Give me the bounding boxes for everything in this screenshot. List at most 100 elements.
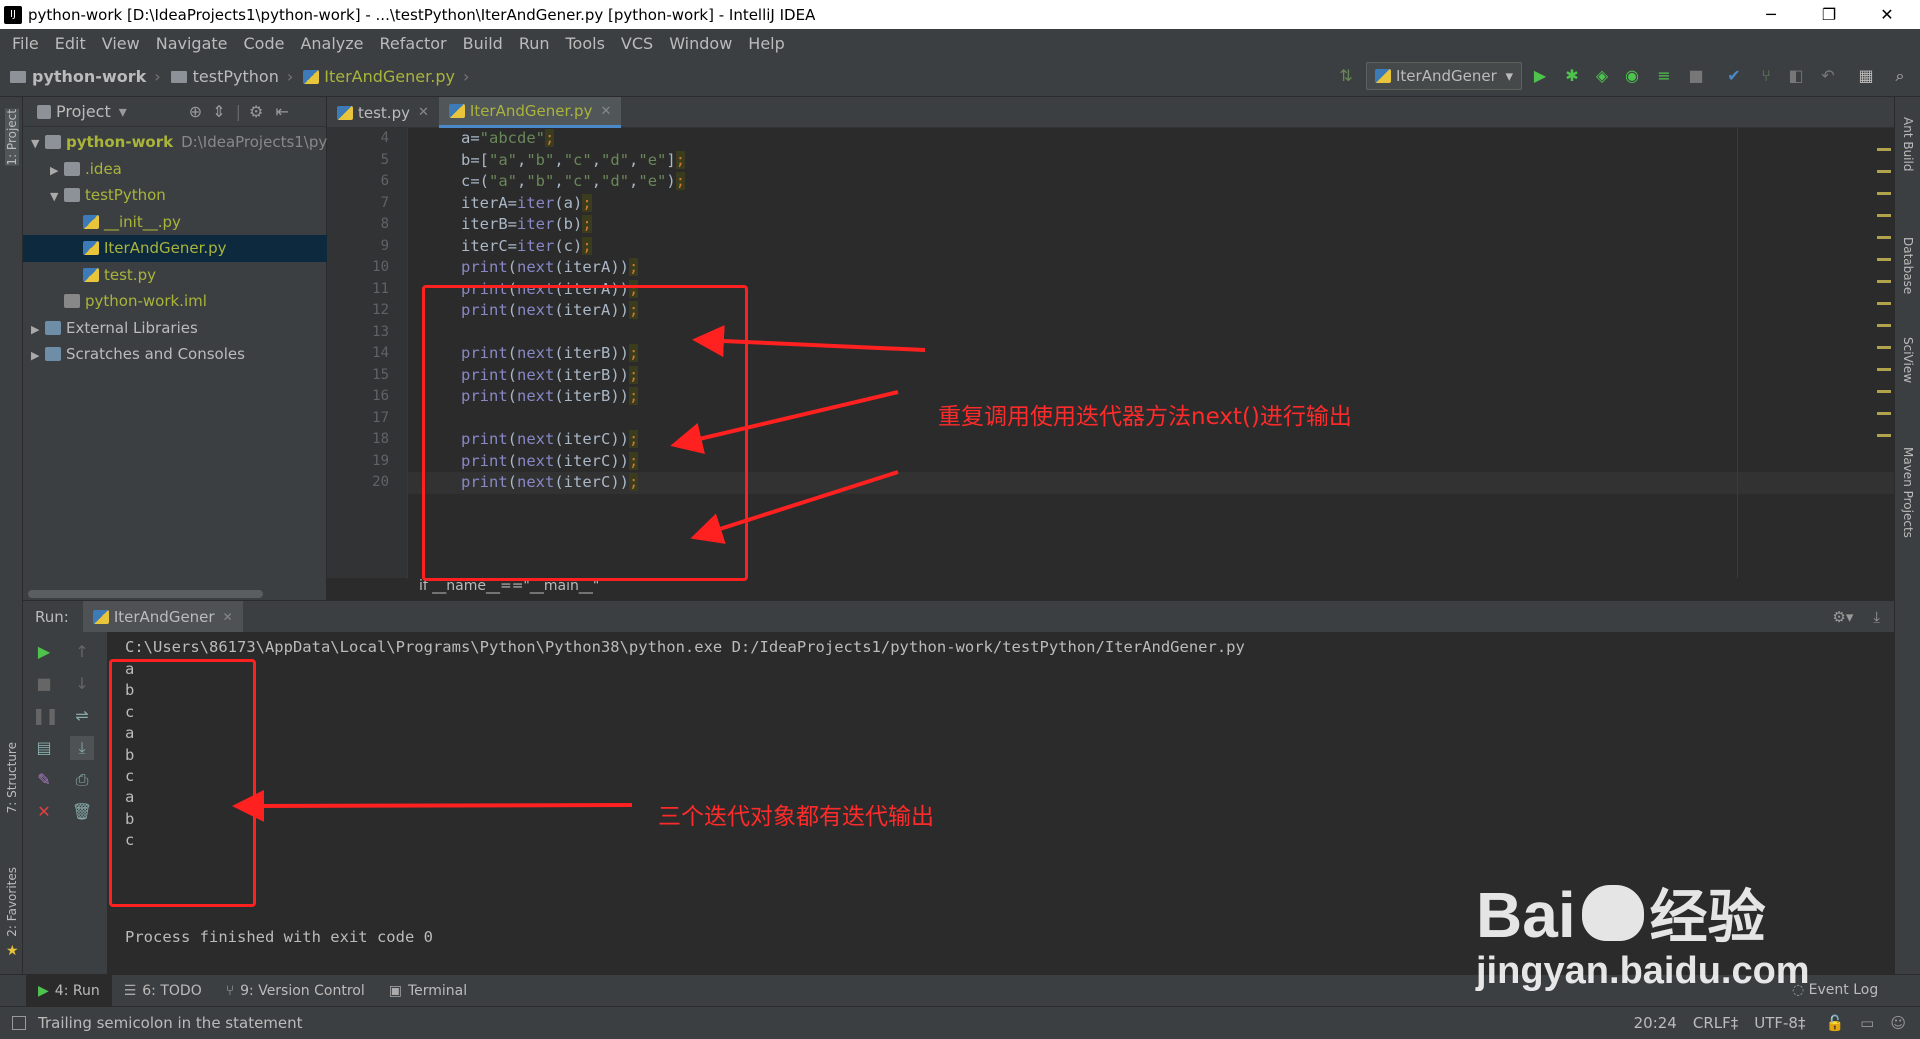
breadcrumb-project[interactable]: python-work › bbox=[10, 67, 161, 86]
warning-stripe-marker[interactable] bbox=[1877, 390, 1891, 393]
run-icon[interactable]: ▶ bbox=[1530, 66, 1550, 86]
tool-window-sciview[interactable]: SciView bbox=[1901, 337, 1915, 383]
print-icon[interactable]: ⎙ bbox=[70, 768, 94, 792]
tree-item[interactable]: ▼ testPython bbox=[23, 182, 327, 209]
menu-navigate[interactable]: Navigate bbox=[148, 34, 236, 53]
close-icon[interactable]: ✕ bbox=[223, 610, 233, 624]
close-window-button[interactable]: ✕ bbox=[1864, 0, 1910, 29]
tool-window-favorites[interactable]: 2: Favorites bbox=[5, 867, 19, 937]
warning-stripe-marker[interactable] bbox=[1877, 236, 1891, 239]
close-icon[interactable]: ✕ bbox=[600, 104, 611, 119]
tree-item[interactable]: ▼ python-work D:\IdeaProjects1\py bbox=[23, 129, 327, 156]
menu-edit[interactable]: Edit bbox=[47, 34, 94, 53]
menu-view[interactable]: View bbox=[94, 34, 148, 53]
bottom-tab-terminal[interactable]: ▣ Terminal bbox=[377, 975, 479, 1007]
trash-icon[interactable]: 🗑 bbox=[70, 800, 94, 824]
tree-item[interactable]: __init__.py bbox=[23, 209, 327, 236]
chevron-down-icon[interactable]: ▼ bbox=[31, 131, 45, 158]
pin-icon[interactable]: ✎ bbox=[32, 768, 56, 792]
arrow-up-icon[interactable]: ↑ bbox=[70, 640, 94, 664]
inspector-icon[interactable]: ☺ bbox=[1890, 1014, 1906, 1032]
console-scrollbar[interactable] bbox=[1880, 632, 1894, 974]
run-configuration-select[interactable]: IterAndGener ▾ bbox=[1366, 62, 1522, 90]
bottom-tab-4-run[interactable]: ▶ 4: Run bbox=[26, 974, 112, 1007]
bottom-tab-6-todo[interactable]: ☰ 6: TODO bbox=[112, 975, 214, 1007]
stop-icon[interactable]: ■ bbox=[32, 672, 56, 696]
warning-stripe-marker[interactable] bbox=[1877, 324, 1891, 327]
project-panel-title[interactable]: Project bbox=[56, 102, 111, 121]
search-icon[interactable]: ⌕ bbox=[1890, 66, 1910, 86]
menu-tools[interactable]: Tools bbox=[558, 34, 613, 53]
collapse-all-icon[interactable]: ⇕ bbox=[212, 102, 225, 121]
chevron-right-icon[interactable]: ▶ bbox=[50, 158, 64, 185]
concurrency-icon[interactable]: ≡ bbox=[1654, 66, 1674, 86]
tree-item[interactable]: ▶ .idea bbox=[23, 156, 327, 183]
menu-help[interactable]: Help bbox=[740, 34, 792, 53]
lock-icon[interactable]: 🔓 bbox=[1825, 1014, 1844, 1032]
warning-stripe-marker[interactable] bbox=[1877, 302, 1891, 305]
vcs-commit-icon[interactable]: ✔ bbox=[1724, 66, 1744, 86]
chevron-down-icon[interactable]: ▼ bbox=[50, 184, 64, 211]
warning-stripe-marker[interactable] bbox=[1877, 148, 1891, 151]
vcs-push-icon[interactable]: ⑂ bbox=[1756, 66, 1776, 86]
tree-item[interactable]: ▶ External Libraries bbox=[23, 315, 327, 342]
tool-window-structure[interactable]: 7: Structure bbox=[5, 742, 19, 813]
close-icon[interactable]: ✕ bbox=[32, 800, 56, 824]
warning-stripe-marker[interactable] bbox=[1877, 346, 1891, 349]
close-icon[interactable]: ✕ bbox=[418, 105, 429, 120]
locate-icon[interactable]: ⊕ bbox=[189, 102, 202, 121]
tool-window-ant-build[interactable]: Ant Build bbox=[1901, 117, 1915, 171]
soft-wrap-icon[interactable]: ⇌ bbox=[70, 704, 94, 728]
tab-test-py[interactable]: test.py ✕ bbox=[327, 97, 439, 128]
undo-icon[interactable]: ↶ bbox=[1818, 66, 1838, 86]
menu-window[interactable]: Window bbox=[661, 34, 740, 53]
menu-code[interactable]: Code bbox=[236, 34, 293, 53]
gear-icon[interactable]: ⚙▾ bbox=[1832, 608, 1853, 626]
warning-stripe-marker[interactable] bbox=[1877, 214, 1891, 217]
warning-stripe-marker[interactable] bbox=[1877, 434, 1891, 437]
gear-icon[interactable]: ⚙ bbox=[249, 102, 263, 121]
run-tab-iterandgener[interactable]: IterAndGener ✕ bbox=[82, 600, 243, 633]
menu-refactor[interactable]: Refactor bbox=[372, 34, 455, 53]
vcs-update-icon[interactable]: ⇅ bbox=[1336, 66, 1356, 86]
menu-file[interactable]: File bbox=[4, 34, 47, 53]
chevron-right-icon[interactable]: ▶ bbox=[31, 317, 45, 344]
toggle-tool-windows-icon[interactable] bbox=[12, 1016, 26, 1030]
rerun-icon[interactable]: ▶ bbox=[32, 640, 56, 664]
bottom-tab-9-version-control[interactable]: ⑂ 9: Version Control bbox=[214, 975, 377, 1007]
tree-item[interactable]: ▶ Scratches and Consoles bbox=[23, 341, 327, 368]
project-structure-icon[interactable]: ▦ bbox=[1856, 66, 1876, 86]
tree-item[interactable]: test.py bbox=[23, 262, 327, 289]
vcs-history-icon[interactable]: ◧ bbox=[1786, 66, 1806, 86]
warning-stripe-marker[interactable] bbox=[1877, 258, 1891, 261]
caret-position[interactable]: 20:24 bbox=[1634, 1014, 1677, 1032]
arrow-down-icon[interactable]: ↓ bbox=[70, 672, 94, 696]
scroll-to-end-icon[interactable]: ⤓ bbox=[70, 736, 94, 760]
menu-analyze[interactable]: Analyze bbox=[292, 34, 371, 53]
line-separator[interactable]: CRLF‡ bbox=[1693, 1014, 1738, 1032]
hide-panel-icon[interactable]: ⇤ bbox=[275, 102, 288, 121]
profile-icon[interactable]: ◉ bbox=[1622, 66, 1642, 86]
menu-vcs[interactable]: VCS bbox=[613, 34, 661, 53]
stop-icon[interactable]: ■ bbox=[1686, 66, 1706, 86]
file-encoding[interactable]: UTF-8‡ bbox=[1754, 1014, 1805, 1032]
tool-window-project[interactable]: 1: Project bbox=[5, 109, 19, 166]
memory-icon[interactable]: ▭ bbox=[1860, 1014, 1874, 1032]
restore-layout-icon[interactable]: ▤ bbox=[32, 736, 56, 760]
chevron-down-icon[interactable]: ▾ bbox=[119, 102, 127, 121]
breadcrumb-folder[interactable]: testPython › bbox=[170, 67, 293, 86]
warning-stripe-marker[interactable] bbox=[1877, 412, 1891, 415]
tree-item[interactable]: IterAndGener.py bbox=[23, 235, 327, 262]
tree-item[interactable]: python-work.iml bbox=[23, 288, 327, 315]
pause-icon[interactable]: ❚❚ bbox=[32, 704, 59, 728]
menu-run[interactable]: Run bbox=[511, 34, 558, 53]
tool-window-database[interactable]: Database bbox=[1901, 237, 1915, 294]
tab-iterandgener-py[interactable]: IterAndGener.py ✕ bbox=[438, 97, 622, 128]
chevron-right-icon[interactable]: ▶ bbox=[31, 343, 45, 370]
editor-breadcrumb[interactable]: if __name__=="__main__" bbox=[327, 578, 1894, 600]
project-scrollbar[interactable] bbox=[28, 590, 263, 598]
warning-stripe-marker[interactable] bbox=[1877, 170, 1891, 173]
menu-build[interactable]: Build bbox=[455, 34, 511, 53]
warning-stripe-marker[interactable] bbox=[1877, 192, 1891, 195]
coverage-icon[interactable]: ◈ bbox=[1592, 66, 1612, 86]
